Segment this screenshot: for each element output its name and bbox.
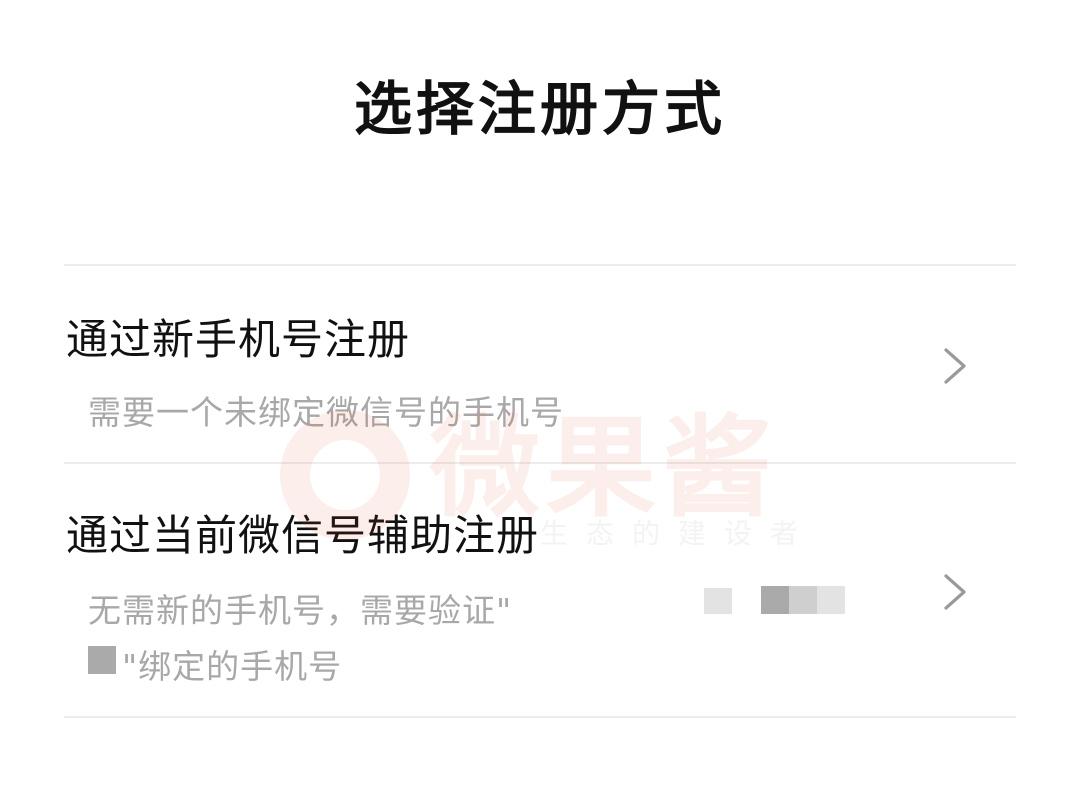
divider-bottom bbox=[64, 716, 1016, 718]
option-new-phone-title: 通过新手机号注册 bbox=[66, 315, 411, 364]
option-wechat-assisted-register[interactable]: 通过当前微信号辅助注册 无需新的手机号，需要验证" "绑定的手机号 bbox=[64, 464, 1016, 716]
option-new-phone-description: 需要一个未绑定微信号的手机号 bbox=[88, 393, 564, 432]
page-title: 选择注册方式 bbox=[353, 75, 726, 143]
redacted-block-3 bbox=[789, 586, 817, 614]
option-wechat-assisted-description-line2: "绑定的手机号 bbox=[122, 647, 343, 686]
chevron-right-icon bbox=[944, 574, 966, 610]
redacted-block-5 bbox=[88, 646, 116, 674]
redacted-block-2 bbox=[761, 586, 789, 614]
redacted-block-1 bbox=[704, 588, 732, 614]
redacted-block-4 bbox=[817, 586, 845, 614]
option-wechat-assisted-title: 通过当前微信号辅助注册 bbox=[66, 511, 540, 560]
chevron-right-icon bbox=[944, 348, 966, 384]
option-new-phone-register[interactable]: 通过新手机号注册 需要一个未绑定微信号的手机号 bbox=[64, 266, 1016, 462]
option-wechat-assisted-description-line1: 无需新的手机号，需要验证" bbox=[88, 591, 513, 630]
